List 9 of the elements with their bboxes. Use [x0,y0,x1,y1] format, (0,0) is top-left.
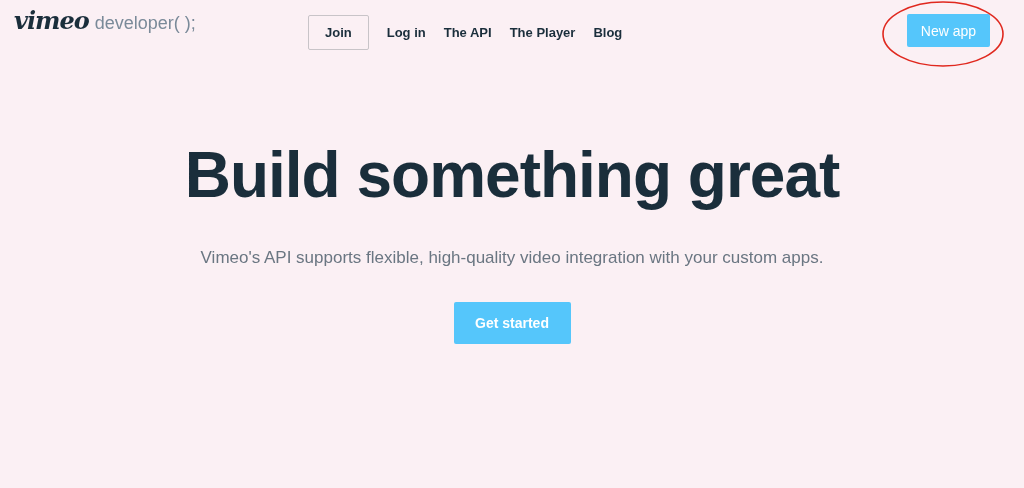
join-button[interactable]: Join [308,15,369,50]
logo-wordmark[interactable]: vimeo [14,6,89,35]
nav-link[interactable]: Blog [593,25,623,40]
nav-link[interactable]: Log in [386,25,426,40]
nav-link[interactable]: The API [443,25,492,40]
hero-title: Build something great [184,138,840,212]
hero-subtitle: Vimeo's API supports flexible, high-quality video integration with your custom apps. [200,248,824,268]
nav-link[interactable]: The Player [509,25,576,40]
logo-suffix: developer( ); [94,13,196,34]
